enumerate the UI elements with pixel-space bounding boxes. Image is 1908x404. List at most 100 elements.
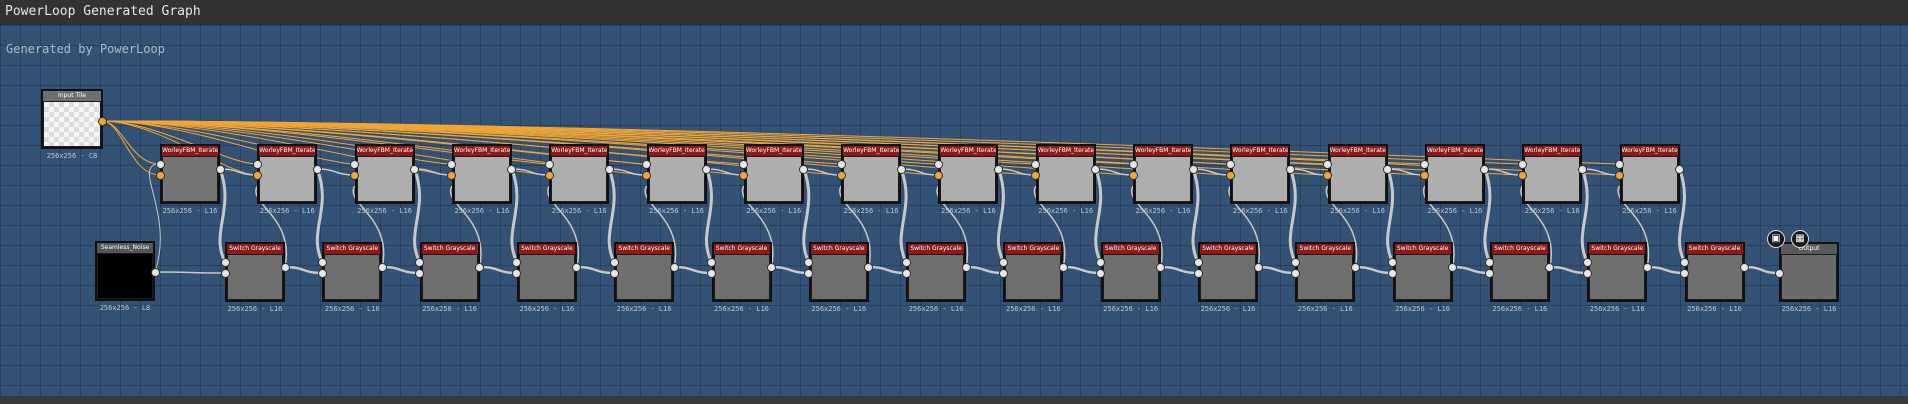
worley-iterate-node[interactable]: WorleyFBM_Iterate — [549, 144, 610, 204]
switch-grayscale-node[interactable]: Switch Grayscale — [1489, 242, 1550, 302]
node-output-port[interactable] — [1740, 262, 1749, 272]
node-input-port[interactable] — [544, 159, 554, 169]
node-output-port[interactable] — [702, 164, 711, 174]
node-input-port[interactable] — [1615, 170, 1624, 180]
worley-iterate-node[interactable]: WorleyFBM_Iterate — [160, 144, 220, 204]
switch-grayscale-node[interactable]: Switch Grayscale — [906, 242, 967, 302]
node-input-port[interactable] — [1615, 159, 1624, 169]
node-input-port[interactable] — [1290, 257, 1300, 267]
node-input-port[interactable] — [1225, 170, 1235, 180]
worley-iterate-node[interactable]: WorleyFBM_Iterate — [1133, 144, 1193, 204]
worley-iterate-node[interactable]: WorleyFBM_Iterate — [646, 144, 707, 204]
node-output-port[interactable] — [1350, 262, 1360, 272]
node-input-port[interactable] — [317, 268, 327, 278]
node-input-port[interactable] — [1225, 159, 1235, 169]
node-input-port[interactable] — [1096, 257, 1106, 267]
node-output-port[interactable] — [669, 262, 679, 272]
node-input-port[interactable] — [901, 268, 911, 278]
node-input-port[interactable] — [155, 170, 165, 180]
node-input-port[interactable] — [317, 257, 327, 267]
switch-grayscale-node[interactable]: Switch Grayscale — [516, 242, 577, 302]
node-input-port[interactable] — [1290, 268, 1300, 278]
node-input-port[interactable] — [1388, 257, 1398, 267]
node-input-port[interactable] — [1031, 159, 1041, 169]
node-output-port[interactable] — [150, 267, 160, 277]
worley-iterate-node[interactable]: WorleyFBM_Iterate — [451, 144, 512, 204]
switch-grayscale-node[interactable]: Switch Grayscale — [1100, 242, 1161, 302]
switch-grayscale-node[interactable]: Switch Grayscale — [808, 242, 869, 302]
node-output-port[interactable] — [1091, 164, 1101, 174]
node-output-port[interactable] — [1480, 164, 1490, 174]
node-input-port[interactable] — [252, 170, 262, 180]
node-input-port[interactable] — [804, 268, 814, 278]
node-input-port[interactable] — [836, 170, 846, 180]
switch-grayscale-node[interactable]: Switch Grayscale — [1392, 242, 1453, 302]
node-output-port[interactable] — [1188, 164, 1198, 174]
node-input-port[interactable] — [1323, 159, 1333, 169]
switch-grayscale-node[interactable]: Switch Grayscale — [1003, 242, 1064, 302]
worley-iterate-node[interactable]: WorleyFBM_Iterate — [1424, 144, 1485, 204]
node-output-port[interactable] — [1448, 262, 1458, 272]
node-input-port[interactable] — [642, 170, 651, 180]
node-input-port[interactable] — [836, 159, 846, 169]
switch-grayscale-node[interactable]: Switch Grayscale — [419, 242, 480, 302]
worley-iterate-node[interactable]: WorleyFBM_Iterate — [1327, 144, 1388, 204]
node-input-port[interactable] — [901, 257, 911, 267]
node-input-port[interactable] — [1193, 268, 1203, 278]
node-input-port[interactable] — [1582, 268, 1592, 278]
worley-iterate-node[interactable]: WorleyFBM_Iterate — [841, 144, 902, 204]
node-output-port[interactable] — [1156, 262, 1166, 272]
node-output-port[interactable] — [896, 164, 906, 174]
worley-iterate-node[interactable]: WorleyFBM_Iterate — [354, 144, 415, 204]
node-output-port[interactable] — [1253, 262, 1263, 272]
switch-grayscale-node[interactable]: Switch Grayscale — [1684, 242, 1745, 302]
3d-view-icon[interactable]: ▣ — [1767, 230, 1785, 248]
node-input-port[interactable] — [739, 170, 749, 180]
node-input-port[interactable] — [1323, 170, 1333, 180]
switch-grayscale-node[interactable]: Switch Grayscale — [1198, 242, 1258, 302]
node-input-port[interactable] — [1680, 268, 1689, 278]
switch-grayscale-node[interactable]: Switch Grayscale — [225, 242, 285, 302]
node-input-port[interactable] — [1388, 268, 1398, 278]
output-node[interactable]: Output — [1779, 242, 1839, 302]
node-output-port[interactable] — [215, 164, 225, 174]
node-input-port[interactable] — [350, 159, 360, 169]
node-output-port[interactable] — [507, 164, 517, 174]
node-output-port[interactable] — [377, 262, 387, 272]
node-input-port[interactable] — [609, 257, 619, 267]
node-input-port[interactable] — [1680, 257, 1689, 267]
switch-grayscale-node[interactable]: Switch Grayscale — [322, 242, 383, 302]
node-output-port[interactable] — [475, 262, 485, 272]
switch-grayscale-node[interactable]: Switch Grayscale — [614, 242, 675, 302]
node-input-port[interactable] — [1517, 170, 1527, 180]
node-input-port[interactable] — [1031, 170, 1041, 180]
node-input-port[interactable] — [447, 159, 457, 169]
node-input-port[interactable] — [1420, 159, 1430, 169]
node-input-port[interactable] — [998, 268, 1008, 278]
node-input-port[interactable] — [350, 170, 360, 180]
worley-iterate-node[interactable]: WorleyFBM_Iterate — [1230, 144, 1291, 204]
node-input-port[interactable] — [1774, 268, 1784, 278]
worley-iterate-node[interactable]: WorleyFBM_Iterate — [1522, 144, 1583, 204]
seamless-noise-node[interactable]: Seamless_Noise — [95, 241, 155, 301]
node-output-port[interactable] — [604, 164, 614, 174]
node-input-port[interactable] — [1485, 257, 1495, 267]
node-input-port[interactable] — [415, 257, 425, 267]
node-input-port[interactable] — [220, 257, 230, 267]
worley-iterate-node[interactable]: WorleyFBM_Iterate — [938, 144, 999, 204]
node-input-port[interactable] — [933, 170, 943, 180]
input-tile-node[interactable]: Input Tile — [41, 89, 103, 149]
node-output-port[interactable] — [1383, 164, 1393, 174]
node-input-port[interactable] — [1128, 170, 1138, 180]
node-output-port[interactable] — [767, 262, 776, 272]
node-input-port[interactable] — [998, 257, 1008, 267]
switch-grayscale-node[interactable]: Switch Grayscale — [711, 242, 772, 302]
node-input-port[interactable] — [512, 257, 522, 267]
node-output-port[interactable] — [1285, 164, 1295, 174]
node-output-port[interactable] — [1642, 262, 1652, 272]
node-input-port[interactable] — [933, 159, 943, 169]
node-output-port[interactable] — [961, 262, 971, 272]
node-output-port[interactable] — [280, 262, 290, 272]
node-input-port[interactable] — [642, 159, 651, 169]
node-input-port[interactable] — [1420, 170, 1430, 180]
